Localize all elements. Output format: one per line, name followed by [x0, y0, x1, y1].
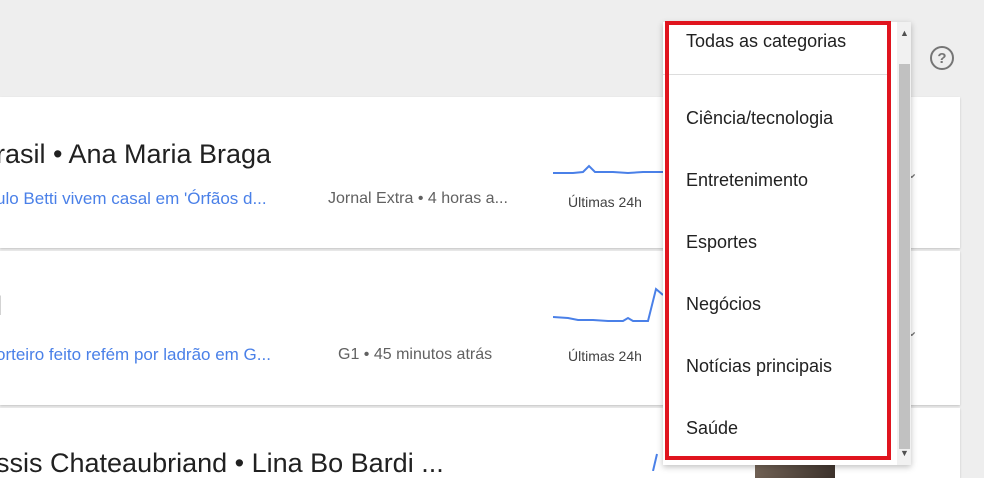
- trend-title[interactable]: l: [0, 291, 2, 322]
- trend-period-label: Últimas 24h: [568, 348, 642, 364]
- scroll-down-arrow-icon[interactable]: ▼: [899, 448, 910, 458]
- trend-article-source: Jornal Extra • 4 horas a...: [328, 190, 508, 207]
- category-option-entertainment[interactable]: Entretenimento: [686, 170, 808, 191]
- trend-title[interactable]: rasil • Ana Maria Braga: [0, 139, 271, 170]
- trend-title[interactable]: ssis Chateaubriand • Lina Bo Bardi ...: [0, 448, 444, 478]
- help-icon[interactable]: ?: [930, 46, 954, 70]
- dropdown-divider: [663, 74, 888, 75]
- category-option-business[interactable]: Negócios: [686, 294, 761, 315]
- category-option-sports[interactable]: Esportes: [686, 232, 757, 253]
- trend-article-link[interactable]: ulo Betti vivem casal em 'Órfãos d...: [0, 189, 267, 209]
- category-option-science-tech[interactable]: Ciência/tecnologia: [686, 108, 833, 129]
- category-option-all[interactable]: Todas as categorias: [686, 31, 846, 52]
- trend-article-link[interactable]: orteiro feito refém por ladrão em G...: [0, 345, 271, 365]
- category-dropdown-menu[interactable]: Todas as categorias Ciência/tecnologia E…: [663, 22, 911, 465]
- category-option-health[interactable]: Saúde: [686, 418, 738, 439]
- scroll-up-arrow-icon[interactable]: ▲: [899, 28, 910, 38]
- trend-sparkline: [652, 453, 658, 471]
- trend-article-source: G1 • 45 minutos atrás: [338, 346, 493, 363]
- trend-sparkline: [553, 164, 663, 175]
- dropdown-scrollbar-thumb[interactable]: [899, 64, 910, 449]
- trend-sparkline: [553, 287, 663, 322]
- category-option-top-news[interactable]: Notícias principais: [686, 356, 832, 377]
- trend-period-label: Últimas 24h: [568, 194, 642, 210]
